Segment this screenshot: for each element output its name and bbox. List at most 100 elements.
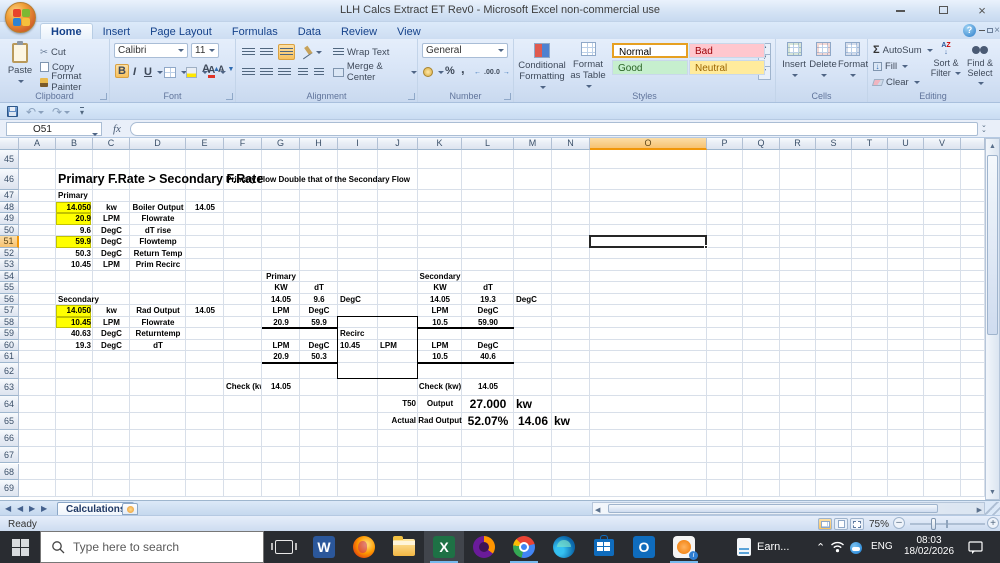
cell-B48[interactable]: 14.050 xyxy=(56,201,91,213)
normal-view-button[interactable] xyxy=(818,518,832,530)
underline-button[interactable]: U xyxy=(144,64,163,80)
row-header-49[interactable]: 49 xyxy=(0,213,19,225)
cut-button[interactable]: ✂ Cut xyxy=(40,44,66,60)
row-header-57[interactable]: 57 xyxy=(0,305,19,317)
cell-L57[interactable]: DegC xyxy=(462,305,514,317)
first-sheet-icon[interactable]: ◀ xyxy=(5,504,11,513)
font-size-select[interactable]: 11 xyxy=(191,43,219,58)
column-header-L[interactable]: L xyxy=(462,138,514,150)
vertical-scrollbar[interactable]: ▲ ▼ xyxy=(985,138,1000,500)
row-header-65[interactable]: 65 xyxy=(0,412,19,430)
cell-L63[interactable]: 14.05 xyxy=(462,379,514,396)
vertical-scroll-thumb[interactable] xyxy=(987,155,998,335)
cell-B49[interactable]: 20.9 xyxy=(56,213,91,225)
office-button[interactable] xyxy=(5,2,36,33)
cell-N65[interactable]: kw xyxy=(552,413,570,430)
align-center-button[interactable] xyxy=(260,64,273,80)
horizontal-scroll-thumb[interactable] xyxy=(608,504,938,513)
cell-L60[interactable]: DegC xyxy=(462,340,514,352)
tray-chevron-icon[interactable]: ⌃ xyxy=(816,541,825,554)
taskbar-search[interactable]: Type here to search xyxy=(40,531,264,563)
row-header-59[interactable]: 59 xyxy=(0,328,19,340)
row-header-60[interactable]: 60 xyxy=(0,339,19,351)
comma-style-button[interactable]: , xyxy=(461,60,465,76)
cell-B47[interactable]: Primary xyxy=(56,190,88,202)
cell-K56[interactable]: 14.05 xyxy=(418,294,462,306)
cell-K63[interactable]: Check (kw) xyxy=(418,379,462,396)
taskbar-window-earn[interactable]: Earn... xyxy=(737,531,807,563)
cell-M56[interactable]: DegC xyxy=(514,294,537,306)
style-bad[interactable]: Bad xyxy=(689,43,765,58)
onedrive-icon[interactable] xyxy=(850,542,862,554)
row-header-67[interactable]: 67 xyxy=(0,446,19,464)
column-header-S[interactable]: S xyxy=(816,138,852,150)
cell-C59[interactable]: DegC xyxy=(93,328,130,340)
scroll-up-icon[interactable]: ▲ xyxy=(986,143,999,150)
row-header-56[interactable]: 56 xyxy=(0,293,19,305)
minimize-button[interactable] xyxy=(887,4,913,18)
cell-D59[interactable]: Returntemp xyxy=(130,328,186,340)
cell-K55[interactable]: KW xyxy=(418,282,462,294)
cell-C52[interactable]: DegC xyxy=(93,248,130,260)
row-header-63[interactable]: 63 xyxy=(0,379,19,396)
page-layout-view-button[interactable] xyxy=(834,518,848,530)
cell-L61[interactable]: 40.6 xyxy=(462,351,514,363)
row-header-66[interactable]: 66 xyxy=(0,429,19,447)
font-family-select[interactable]: Calibri xyxy=(114,43,188,58)
insert-cells-button[interactable]: Insert xyxy=(780,42,808,88)
clipboard-dialog-launcher[interactable] xyxy=(100,93,107,100)
notifications-icon[interactable] xyxy=(968,540,984,560)
help-icon[interactable]: ? xyxy=(963,24,976,37)
cell-G63[interactable]: 14.05 xyxy=(262,379,300,396)
fill-handle[interactable] xyxy=(704,244,708,249)
italic-button[interactable]: I xyxy=(133,64,136,80)
cell-G56[interactable]: 14.05 xyxy=(262,294,300,306)
column-header-D[interactable]: D xyxy=(130,138,186,150)
taskbar-icon-excel[interactable]: X xyxy=(424,531,464,563)
cell-J64[interactable]: T50 xyxy=(378,396,416,413)
cell-H56[interactable]: 9.6 xyxy=(300,294,338,306)
sort-filter-button[interactable]: AZ ↓ Sort & Filter xyxy=(930,42,962,88)
cell-D57[interactable]: Rad Output xyxy=(130,305,186,317)
cell-D50[interactable]: dT rise xyxy=(130,225,186,237)
selected-cell-O51[interactable] xyxy=(589,235,707,248)
alignment-dialog-launcher[interactable] xyxy=(408,93,415,100)
taskbar-icon-outlook[interactable]: O xyxy=(624,531,664,563)
cell-D48[interactable]: Boiler Output xyxy=(130,202,186,214)
cell-C51[interactable]: DegC xyxy=(93,236,130,248)
row-header-58[interactable]: 58 xyxy=(0,316,19,328)
select-all-corner[interactable] xyxy=(0,138,19,150)
start-button[interactable] xyxy=(0,531,40,563)
zoom-slider-thumb[interactable] xyxy=(931,518,936,530)
merge-center-button[interactable]: Merge & Center xyxy=(333,61,417,83)
conditional-formatting-button[interactable]: Conditional Formatting xyxy=(518,42,566,89)
orientation-button[interactable] xyxy=(298,44,322,60)
column-header-E[interactable]: E xyxy=(186,138,224,150)
window-resize-grip[interactable] xyxy=(985,502,1000,515)
cell-L65[interactable]: 52.07% xyxy=(462,413,514,430)
clear-button[interactable]: Clear xyxy=(871,74,920,90)
align-left-button[interactable] xyxy=(242,64,255,80)
column-header-P[interactable]: P xyxy=(707,138,743,150)
column-header-N[interactable]: N xyxy=(552,138,590,150)
row-header-55[interactable]: 55 xyxy=(0,282,19,294)
column-header-J[interactable]: J xyxy=(378,138,418,150)
fill-color-button[interactable] xyxy=(186,64,208,80)
taskbar-icon-audio-app[interactable]: i xyxy=(664,531,704,563)
formula-input[interactable] xyxy=(130,122,978,136)
row-header-54[interactable]: 54 xyxy=(0,270,19,282)
format-cells-button[interactable]: Format xyxy=(838,42,868,88)
cell-F63[interactable]: Check (kw xyxy=(224,379,261,396)
cell-K60[interactable]: LPM xyxy=(418,340,462,352)
font-dialog-launcher[interactable] xyxy=(226,93,233,100)
cell-B53[interactable]: 10.45 xyxy=(56,259,91,271)
cell-G60[interactable]: LPM xyxy=(262,340,300,352)
cell-B57[interactable]: 14.050 xyxy=(56,305,91,317)
row-header-50[interactable]: 50 xyxy=(0,224,19,236)
cell-B56[interactable]: Secondary xyxy=(56,294,99,306)
cell-F46[interactable]: Primary Flow Double that of the Secondar… xyxy=(224,169,410,190)
cell-G61[interactable]: 20.9 xyxy=(262,351,300,363)
number-dialog-launcher[interactable] xyxy=(504,93,511,100)
cell-K65[interactable]: Rad Output xyxy=(418,413,462,430)
align-top-button[interactable] xyxy=(242,44,255,60)
